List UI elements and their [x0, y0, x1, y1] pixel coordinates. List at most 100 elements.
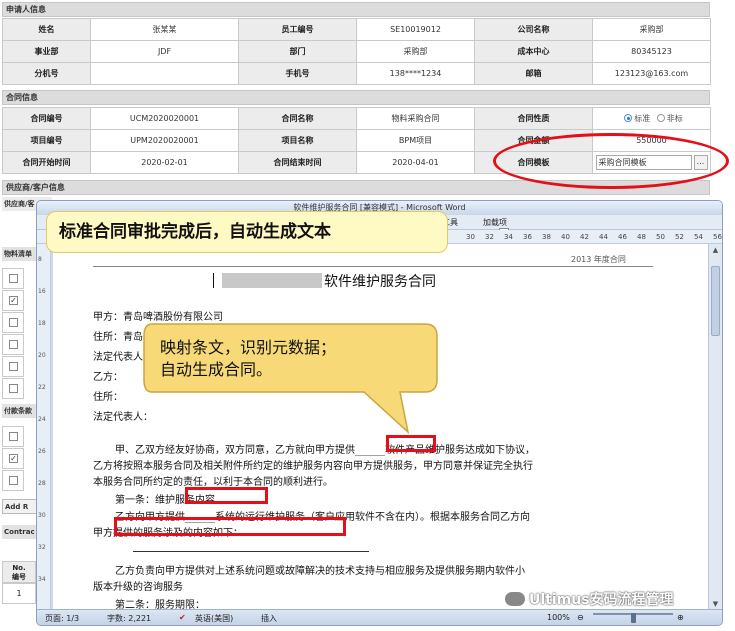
applicant-field-value[interactable]: 138****1234: [356, 62, 475, 85]
vruler-tick: 20: [38, 352, 46, 359]
ruler-tick: 34: [504, 233, 513, 241]
status-mode[interactable]: 插入: [261, 613, 277, 624]
vruler-tick: 16: [38, 288, 46, 295]
material-row-1-checkbox[interactable]: [9, 274, 18, 283]
text-cursor: [213, 273, 214, 288]
material-row-2: ✓: [2, 290, 24, 311]
highlight-box-scope: [114, 517, 346, 536]
seq-no-label: No.: [12, 564, 26, 572]
ruler-tick: 42: [580, 233, 589, 241]
zoom-slider-knob[interactable]: [631, 613, 636, 623]
contract-nature-options: 标准 非标: [592, 107, 711, 130]
para2-line1: 乙方负责向甲方提供对上述系统问题或故障解决的技术支持与相应服务及提供服务期内软件…: [115, 566, 525, 577]
payment-row-2-checkbox[interactable]: ✓: [9, 454, 18, 463]
party-b: 乙方：: [93, 372, 123, 383]
payment-row-2: ✓: [2, 448, 24, 469]
status-page[interactable]: 页面: 1/3: [45, 613, 79, 624]
status-language[interactable]: 英语(美国): [195, 613, 233, 624]
project-no-value[interactable]: UPM2020020001: [90, 129, 239, 152]
payment-row-3: [2, 470, 24, 491]
radio-nonstandard[interactable]: [656, 114, 665, 122]
contract-section-title: 合同信息: [2, 90, 710, 105]
seq-value: 1: [2, 583, 36, 604]
applicant-field-value[interactable]: 80345123: [592, 40, 711, 63]
bubble-line-1: 映射条文，识别元数据；: [160, 338, 337, 357]
applicant-field-value[interactable]: SE10019012: [356, 18, 475, 41]
para1-line1: 甲、乙双方经友好协商，双方同意，乙方就向甲方提供______软件产品维护服务达成…: [115, 445, 535, 456]
applicant-field-label: 分机号: [2, 62, 91, 85]
start-date-value[interactable]: 2020-02-01: [90, 151, 239, 174]
applicant-field-value[interactable]: JDF: [90, 40, 239, 63]
radio-standard-label: 标准: [634, 114, 651, 123]
vruler-tick: 30: [38, 512, 46, 519]
material-row-5-checkbox[interactable]: [9, 362, 18, 371]
material-row-3-checkbox[interactable]: [9, 318, 18, 327]
end-date-value[interactable]: 2020-04-01: [356, 151, 475, 174]
ruler-tick: 44: [599, 233, 608, 241]
scroll-down-icon[interactable]: ▼: [711, 600, 720, 609]
material-row-2-checkbox[interactable]: ✓: [9, 296, 18, 305]
contract-no-label: 合同编号: [2, 107, 91, 130]
material-list-title: 物料清单: [2, 247, 38, 261]
para1-line2: 乙方将按照本服务合同及相关附件所约定的维护服务内容向甲方提供服务，甲方同意并保证…: [93, 461, 533, 472]
para1-line3: 本服务合同所约定的责任，以利于本合同的顺利进行。: [93, 477, 333, 488]
applicant-row: 事业部 JDF 部门 采购部 成本中心 80345123: [2, 40, 711, 63]
contract-name-value[interactable]: 物料采购合同: [356, 107, 475, 130]
material-row-4-checkbox[interactable]: [9, 340, 18, 349]
radio-nonstandard-label: 非标: [666, 114, 683, 123]
ruler-tick: 56: [713, 233, 722, 241]
seq-header: No. 编号: [2, 561, 36, 583]
address-b: 住所：: [93, 392, 123, 403]
contract-no-value[interactable]: UCM2020020001: [90, 107, 239, 130]
radio-standard[interactable]: [624, 114, 633, 122]
zoom-out-icon[interactable]: ⊖: [577, 613, 584, 622]
end-date-label: 合同结束时间: [238, 151, 357, 174]
vruler-tick: 32: [38, 544, 46, 551]
scroll-thumb[interactable]: [711, 266, 720, 336]
applicant-field-value[interactable]: 张某某: [90, 18, 239, 41]
template-highlight-ellipse: [493, 133, 729, 189]
ruler-tick: 54: [694, 233, 703, 241]
start-date-label: 合同开始时间: [2, 151, 91, 174]
ruler-tick: 52: [675, 233, 684, 241]
redacted-block: [222, 273, 322, 288]
vruler-tick: 34: [38, 576, 46, 583]
material-row-3: [2, 312, 24, 333]
applicant-field-label: 姓名: [2, 18, 91, 41]
material-row-6-checkbox[interactable]: [9, 384, 18, 393]
applicant-field-label: 事业部: [2, 40, 91, 63]
applicant-field-label: 公司名称: [474, 18, 593, 41]
ruler-tick: 40: [561, 233, 570, 241]
zoom-in-icon[interactable]: ⊕: [677, 613, 684, 622]
payment-row-1-checkbox[interactable]: [9, 432, 18, 441]
project-name-value[interactable]: BPM项目: [356, 129, 475, 152]
vruler-tick: 28: [38, 480, 46, 487]
applicant-field-label: 部门: [238, 40, 357, 63]
doc-year: 2013 年度合同: [571, 255, 626, 264]
spellcheck-icon[interactable]: ✔: [179, 613, 186, 622]
ruler-tick: 36: [523, 233, 532, 241]
watermark: Ultimus安码流程管理: [505, 589, 674, 609]
ribbon-tab-addin[interactable]: 加载项: [483, 217, 507, 228]
material-row-6: [2, 378, 24, 399]
speech-bubble-text: 映射条文，识别元数据； 自动生成合同。: [160, 337, 436, 381]
seq-label: 编号: [12, 573, 26, 581]
ruler-tick: 30: [466, 233, 475, 241]
applicant-field-value[interactable]: 采购部: [356, 40, 475, 63]
applicant-field-value[interactable]: [90, 62, 239, 85]
doc-title-text: 软件维护服务合同: [324, 274, 436, 290]
vruler-tick: 26: [38, 448, 46, 455]
vruler-tick: 8: [38, 256, 42, 263]
payment-row-3-checkbox[interactable]: [9, 476, 18, 485]
applicant-field-value[interactable]: 采购部: [592, 18, 711, 41]
applicant-field-value[interactable]: 123123@163.com: [592, 62, 711, 85]
add-row-button[interactable]: Add R: [2, 499, 38, 514]
ruler-tick: 50: [656, 233, 665, 241]
project-no-label: 项目编号: [2, 129, 91, 152]
applicant-field-label: 邮箱: [474, 62, 593, 85]
material-row-5: [2, 356, 24, 377]
scroll-up-icon[interactable]: ▲: [711, 246, 720, 255]
applicant-field-label: 员工编号: [238, 18, 357, 41]
status-words[interactable]: 字数: 2,221: [107, 613, 151, 624]
vertical-scrollbar[interactable]: ▲ ▼: [708, 244, 722, 611]
